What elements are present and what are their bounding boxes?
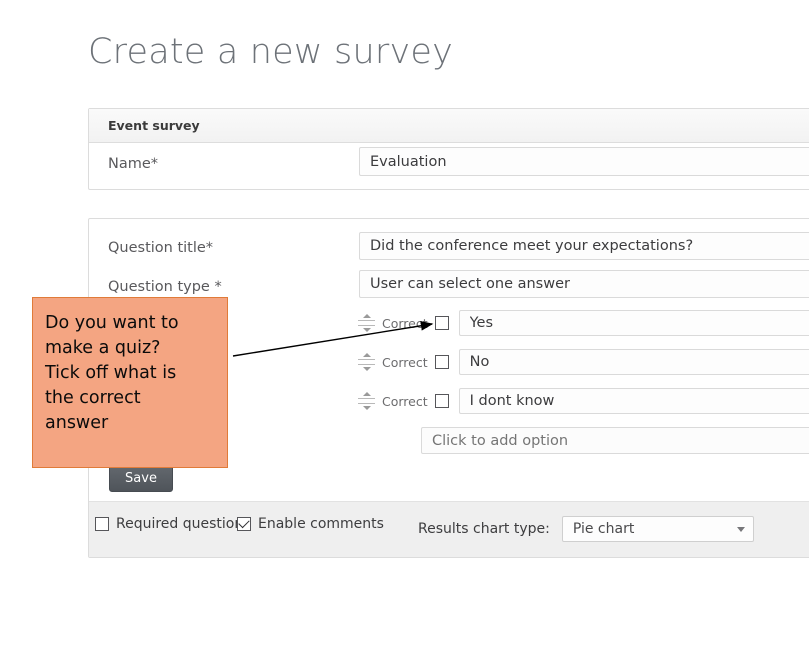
sort-down-triangle xyxy=(362,367,371,371)
enable-comments-label: Enable comments xyxy=(258,516,384,532)
annotation-line: Tick off what is xyxy=(45,363,177,383)
sort-bar-top xyxy=(358,398,375,399)
annotation-line: the correct xyxy=(45,388,141,408)
results-chart-type-value: Pie chart xyxy=(572,521,635,537)
sort-updown-icon[interactable] xyxy=(357,390,376,412)
sort-up-triangle xyxy=(362,314,371,318)
option-input[interactable] xyxy=(458,310,809,336)
enable-comments-checkbox[interactable] xyxy=(237,516,251,531)
sort-bar-top xyxy=(358,359,375,360)
annotation-line: answer xyxy=(45,413,109,433)
sort-updown-icon[interactable] xyxy=(357,351,376,373)
correct-label: Correct xyxy=(382,315,428,331)
annotation-callout: Do you want to make a quiz? Tick off wha… xyxy=(32,297,228,468)
sort-down-triangle xyxy=(362,328,371,332)
option-input[interactable] xyxy=(458,388,809,414)
correct-checkbox[interactable] xyxy=(434,394,449,408)
event-survey-panel: Event survey Name* xyxy=(88,108,809,190)
survey-builder-page: Create a new survey Event survey Name* Q… xyxy=(0,0,809,652)
results-chart-type-group: Results chart type: Pie chart xyxy=(418,516,754,542)
required-question-option[interactable]: Required question xyxy=(95,516,243,532)
check-icon xyxy=(238,516,250,529)
required-question-checkbox[interactable] xyxy=(95,517,109,531)
question-title-input[interactable] xyxy=(359,232,809,260)
name-label: Name* xyxy=(108,156,159,172)
question-title-label: Question title* xyxy=(108,240,214,256)
sort-bar-bottom xyxy=(358,403,375,404)
sort-down-triangle xyxy=(362,406,371,410)
event-survey-panel-title: Event survey xyxy=(108,118,200,133)
required-question-label: Required question xyxy=(116,516,244,532)
event-survey-panel-header: Event survey xyxy=(89,109,809,143)
annotation-line: make a quiz? xyxy=(45,338,161,358)
question-type-input[interactable] xyxy=(359,270,809,298)
option-input[interactable] xyxy=(458,349,809,375)
correct-checkbox[interactable] xyxy=(434,355,449,369)
question-footer-bar: Required question Enable comments Result… xyxy=(89,501,809,557)
correct-label: Correct xyxy=(382,393,428,409)
sort-bar-bottom xyxy=(358,325,375,326)
add-option-input[interactable] xyxy=(421,427,809,454)
event-survey-panel-body: Name* xyxy=(89,143,809,189)
sort-up-triangle xyxy=(362,392,371,396)
save-button[interactable]: Save xyxy=(109,465,173,492)
sort-bar-top xyxy=(358,320,375,321)
correct-checkbox[interactable] xyxy=(434,316,449,330)
enable-comments-option[interactable]: Enable comments xyxy=(237,516,384,532)
results-chart-type-select[interactable]: Pie chart xyxy=(561,516,754,542)
page-title: Create a new survey xyxy=(88,32,454,72)
name-input[interactable] xyxy=(359,147,809,176)
question-type-label: Question type * xyxy=(108,279,222,295)
chevron-down-icon xyxy=(736,526,745,532)
results-chart-type-label: Results chart type: xyxy=(418,521,550,537)
sort-bar-bottom xyxy=(358,364,375,365)
option-row: Correct xyxy=(357,349,809,375)
sort-up-triangle xyxy=(362,353,371,357)
option-row: Correct xyxy=(357,388,809,414)
correct-label: Correct xyxy=(382,354,428,370)
option-row: Correct xyxy=(357,310,809,336)
sort-updown-icon[interactable] xyxy=(357,312,376,334)
annotation-line: Do you want to xyxy=(45,313,179,333)
